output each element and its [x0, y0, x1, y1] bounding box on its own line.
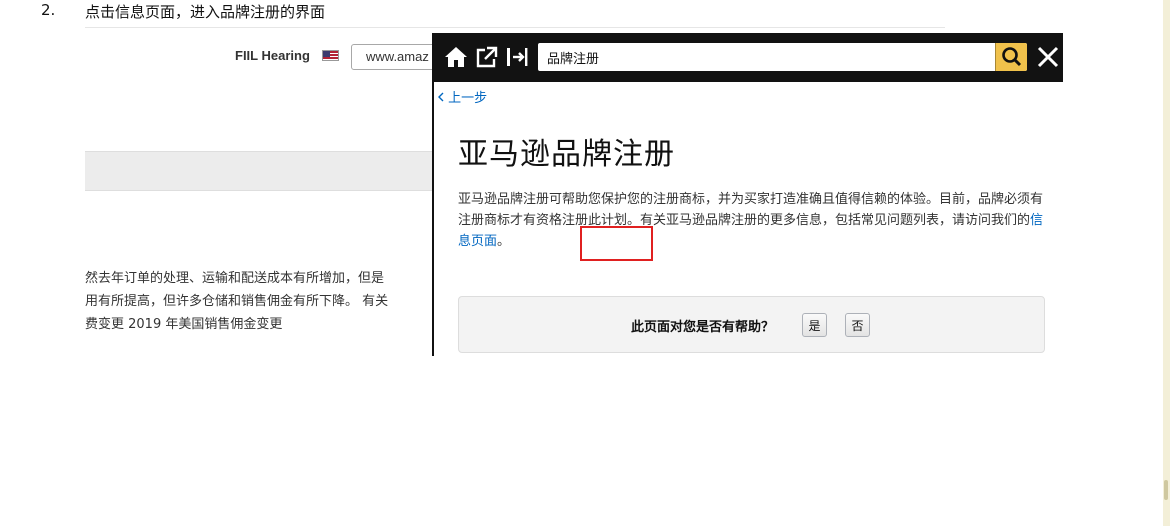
- help-body-before-link: 亚马逊品牌注册可帮助您保护您的注册商标，并为买家打造准确且值得信赖的体验。目前，…: [458, 192, 1044, 228]
- step-instruction: 点击信息页面，进入品牌注册的界面: [85, 3, 326, 21]
- highlight-box: [580, 226, 653, 261]
- background-text-line: 用有所提高，但许多仓储和销售佣金有所下降。 有关: [85, 294, 389, 309]
- us-flag-icon[interactable]: [322, 50, 339, 61]
- background-text-line: 然去年订单的处理、运输和配送成本有所增加，但是: [85, 271, 385, 286]
- divider: [85, 27, 945, 28]
- feedback-box: 此页面对您是否有帮助？ 是 否: [458, 296, 1045, 353]
- search-icon: [1002, 47, 1022, 67]
- feedback-question: 此页面对您是否有帮助？: [631, 320, 775, 335]
- help-body-after-link: 。: [497, 234, 511, 249]
- help-search-input[interactable]: [538, 43, 993, 71]
- feedback-yes-button[interactable]: 是: [802, 313, 827, 337]
- search-button[interactable]: [995, 43, 1027, 71]
- background-amazon-page: FIIL Hearing www.amaz 然去年订单的处理、运输和配送成本有所…: [85, 33, 471, 363]
- home-icon[interactable]: [443, 44, 469, 70]
- step-number: 2.: [41, 1, 56, 19]
- help-body-text: 亚马逊品牌注册可帮助您保护您的注册商标，并为买家打造准确且值得信赖的体验。目前，…: [458, 189, 1048, 252]
- scrollbar[interactable]: [1163, 0, 1170, 526]
- back-link[interactable]: 上一步: [438, 87, 487, 106]
- close-icon[interactable]: [1036, 43, 1060, 71]
- page-title: 亚马逊品牌注册: [458, 137, 675, 172]
- feedback-no-button[interactable]: 否: [845, 313, 870, 337]
- grey-band: [85, 151, 435, 191]
- back-link-label: 上一步: [448, 91, 488, 106]
- brand-label[interactable]: FIIL Hearing: [235, 48, 310, 63]
- background-text-line: 费变更 2019 年美国销售佣金变更: [85, 317, 283, 332]
- dock-right-icon[interactable]: [504, 44, 530, 70]
- help-search: [538, 43, 1027, 71]
- help-panel: 上一步 亚马逊品牌注册 亚马逊品牌注册可帮助您保护您的注册商标，并为买家打造准确…: [432, 33, 1063, 356]
- external-link-icon[interactable]: [474, 44, 500, 70]
- help-toolbar: [434, 33, 1063, 82]
- chevron-left-icon: [438, 92, 444, 102]
